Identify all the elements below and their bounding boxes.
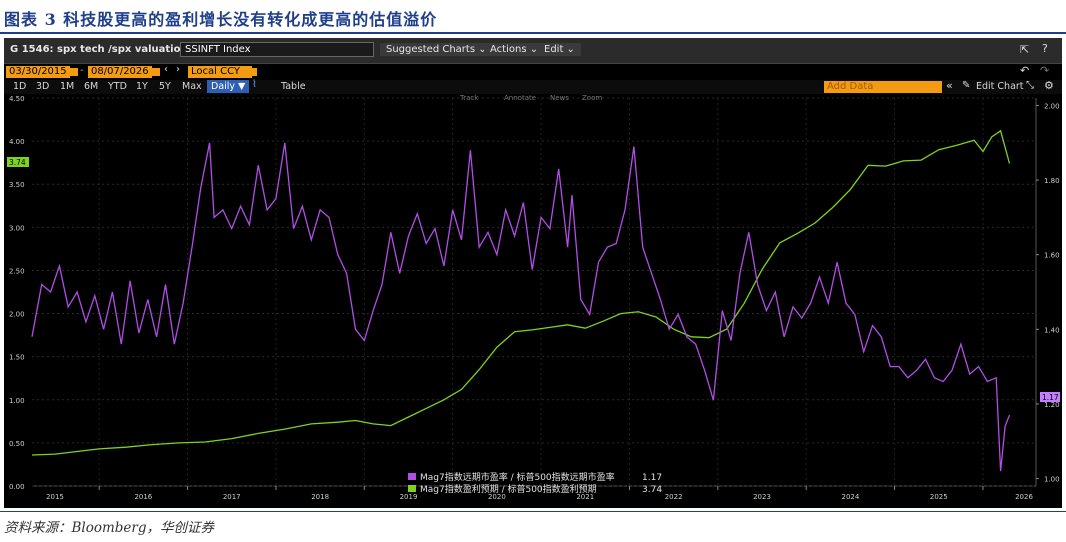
x-tick-label: 2025 [930, 493, 948, 501]
edit-menu[interactable]: Edit ⌄ [538, 43, 581, 56]
y-right-tick-label: 2.00 [1044, 102, 1060, 110]
right-value-tag: 1.17 [1040, 392, 1060, 402]
svg-text:3.74: 3.74 [9, 158, 26, 167]
y-left-tick-label: 0.00 [9, 483, 25, 491]
prev-arrow-icon[interactable]: ‹ [164, 64, 168, 75]
figure-title: 图表 3 科技股更高的盈利增长没有转化成更高的估值溢价 [4, 10, 438, 29]
x-tick-label: 2015 [46, 493, 64, 501]
period-1m[interactable]: 1M [60, 81, 74, 92]
legend-label-earnings: Mag7指数盈利预期 / 标普500指数盈利预期 [420, 483, 597, 495]
edit-chart-button[interactable]: Edit Chart [976, 81, 1024, 92]
y-left-tick-label: 4.00 [9, 138, 25, 146]
actions-menu[interactable]: Actions ⌄ [484, 43, 545, 56]
period-1d[interactable]: 1D [13, 81, 26, 92]
y-right-tick-label: 1.20 [1044, 401, 1060, 409]
y-left-tick-label: 3.00 [9, 224, 25, 232]
period-1y[interactable]: 1Y [136, 81, 148, 92]
title-rule [0, 32, 1066, 34]
x-tick-label: 2023 [753, 493, 771, 501]
y-right-tick-label: 1.40 [1044, 326, 1060, 334]
x-tick-label: 2024 [841, 493, 859, 501]
bloomberg-chart-window: G 1546: spx tech /spx valuation SSINFT I… [4, 38, 1062, 508]
y-left-tick-label: 2.50 [9, 267, 25, 275]
x-tick-label: 2017 [223, 493, 241, 501]
source-note: 资料来源：Bloomberg，华创证券 [4, 520, 215, 536]
end-calendar-icon[interactable] [152, 68, 160, 76]
y-left-tick-label: 1.50 [9, 354, 25, 362]
left-value-tag: 3.74 [7, 157, 29, 167]
tool-zoom[interactable]: Zoom [582, 94, 602, 102]
help-icon[interactable]: ? [1042, 42, 1048, 55]
y-left-tick-label: 3.50 [9, 181, 25, 189]
x-tick-label: 2022 [665, 493, 683, 501]
pencil-icon[interactable]: ✎ [962, 80, 970, 91]
legend-value-earnings: 3.74 [642, 485, 662, 495]
y-right-tick-label: 1.60 [1044, 252, 1060, 260]
y-right-tick-label: 1.80 [1044, 177, 1060, 185]
currency-field[interactable]: Local CCY [188, 66, 252, 78]
start-date-field[interactable]: 03/30/2015 [6, 66, 70, 78]
frequency-select[interactable]: Daily ▼ [207, 80, 250, 93]
y-right-tick-label: 1.00 [1044, 476, 1060, 484]
period-max[interactable]: Max [182, 81, 202, 92]
period-toolbar: 1D 3D 1M 6M YTD 1Y 5Y Max Daily ▼ ⌇ Tabl… [4, 79, 1062, 94]
cursor-icon[interactable]: ⤡ [1026, 80, 1034, 91]
collapse-icon[interactable]: « [946, 79, 953, 92]
y-left-tick-label: 1.00 [9, 397, 25, 405]
table-button[interactable]: Table [281, 81, 306, 92]
y-left-tick-label: 0.50 [9, 440, 25, 448]
ticker-field[interactable]: SSINFT Index [180, 42, 374, 57]
period-5y[interactable]: 5Y [159, 81, 171, 92]
start-calendar-icon[interactable] [70, 68, 78, 76]
period-3d[interactable]: 3D [36, 81, 49, 92]
x-tick-label: 2018 [311, 493, 329, 501]
suggested-charts-menu[interactable]: Suggested Charts ⌄ [380, 43, 493, 56]
svg-text:1.17: 1.17 [1042, 393, 1059, 402]
redo-icon[interactable]: ↷ [1040, 64, 1049, 77]
tool-annotate[interactable]: Annotate [504, 94, 536, 102]
x-tick-label: 2026 [1015, 493, 1033, 501]
chart-legend: Mag7指数远期市盈率 / 标普500指数远期市盈率 1.17 Mag7指数盈利… [408, 471, 662, 495]
undo-icon[interactable]: ↶ [1020, 64, 1029, 77]
y-left-tick-label: 2.00 [9, 311, 25, 319]
header-toolbar: G 1546: spx tech /spx valuation SSINFT I… [4, 38, 1062, 64]
y-left-tick-label: 4.50 [9, 95, 25, 103]
next-arrow-icon[interactable]: › [176, 64, 180, 75]
end-date-field[interactable]: 08/07/2026 [88, 66, 152, 78]
currency-dropdown-icon[interactable] [249, 68, 257, 76]
legend-swatch-pe [408, 473, 416, 480]
date-separator: - [80, 65, 84, 76]
chart-type-icon[interactable]: ⌇ [252, 79, 257, 90]
period-6m[interactable]: 6M [84, 81, 98, 92]
legend-value-pe: 1.17 [642, 473, 662, 483]
source-rule [0, 511, 1066, 512]
legend-swatch-earnings [408, 485, 416, 492]
date-toolbar: 03/30/2015 - 08/07/2026 ‹ › Local CCY ↶ … [4, 64, 1062, 80]
gear-icon[interactable]: ⚙ [1044, 79, 1054, 92]
add-data-field[interactable]: Add Data [824, 81, 942, 93]
x-tick-label: 2019 [400, 493, 418, 501]
series-pe-ratio-line [31, 142, 1011, 472]
chart-id: G 1546: spx tech /spx valuation [10, 44, 188, 55]
x-tick-label: 2016 [134, 493, 152, 501]
export-icon[interactable]: ⇱ [1020, 43, 1029, 56]
series-earnings-ratio-line [31, 129, 1011, 456]
tool-track[interactable]: Track [459, 94, 479, 102]
tool-news[interactable]: News [550, 94, 569, 102]
chart-area[interactable]: 0.00 0.50 1.00 1.50 2.00 2.50 3.00 3.50 4.00 4.50… [4, 94, 1062, 508]
legend-label-pe: Mag7指数远期市盈率 / 标普500指数远期市盈率 [420, 471, 615, 483]
period-ytd[interactable]: YTD [108, 81, 127, 92]
